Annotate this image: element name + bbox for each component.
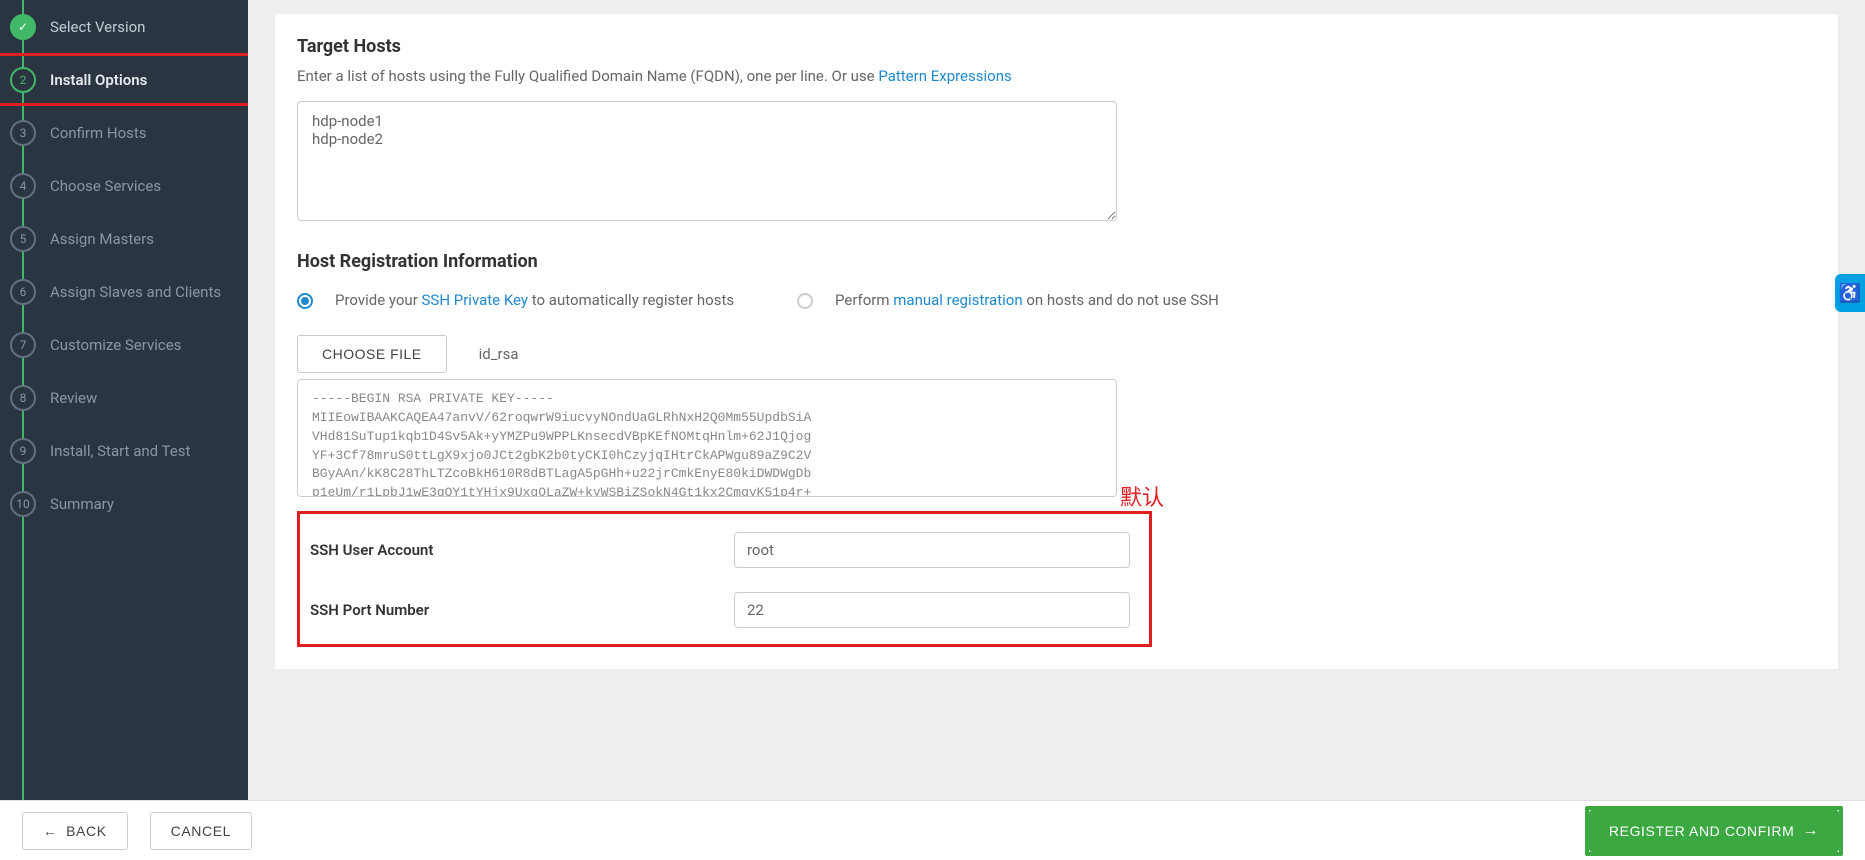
step-label: Install Options bbox=[50, 71, 147, 89]
ssh-port-input[interactable] bbox=[734, 592, 1130, 628]
step-assign-slaves[interactable]: 6 Assign Slaves and Clients bbox=[0, 265, 248, 318]
wizard-sidebar: ✓ Select Version 2 Install Options 3 Con… bbox=[0, 0, 248, 800]
radio-manual-registration[interactable]: Perform manual registration on hosts and… bbox=[797, 290, 1247, 311]
radio-icon bbox=[297, 293, 313, 309]
host-reg-title: Host Registration Information bbox=[297, 251, 1816, 272]
step-circle-1: ✓ bbox=[10, 14, 36, 40]
step-circle-2: 2 bbox=[10, 67, 36, 93]
step-label: Install, Start and Test bbox=[50, 442, 190, 460]
step-install-options[interactable]: 2 Install Options bbox=[0, 53, 248, 106]
content-card: Target Hosts Enter a list of hosts using… bbox=[275, 14, 1838, 669]
arrow-right-icon: → bbox=[1802, 822, 1819, 840]
ssh-method-radios: Provide your SSH Private Key to automati… bbox=[297, 290, 1247, 311]
ssh-port-row: SSH Port Number bbox=[310, 592, 1139, 628]
step-circle-4: 4 bbox=[10, 173, 36, 199]
step-install-start-test[interactable]: 9 Install, Start and Test bbox=[0, 424, 248, 477]
step-summary[interactable]: 10 Summary bbox=[0, 477, 248, 530]
step-choose-services[interactable]: 4 Choose Services bbox=[0, 159, 248, 212]
step-circle-5: 5 bbox=[10, 226, 36, 252]
step-select-version[interactable]: ✓ Select Version bbox=[0, 0, 248, 53]
ssh-user-label: SSH User Account bbox=[310, 541, 734, 559]
text: Perform bbox=[835, 291, 893, 309]
confirm-wrapper: REGISTER AND CONFIRM → bbox=[1585, 806, 1843, 856]
annotation-default: 默认 bbox=[1120, 480, 1164, 512]
step-assign-masters[interactable]: 5 Assign Masters bbox=[0, 212, 248, 265]
text: on hosts and do not use SSH bbox=[1023, 291, 1219, 309]
hosts-textarea[interactable] bbox=[297, 101, 1117, 221]
ssh-private-key-link[interactable]: SSH Private Key bbox=[422, 291, 529, 309]
step-circle-6: 6 bbox=[10, 279, 36, 305]
step-label: Summary bbox=[50, 495, 114, 513]
radio-label: Provide your SSH Private Key to automati… bbox=[335, 290, 734, 311]
confirm-label: REGISTER AND CONFIRM bbox=[1609, 823, 1794, 839]
step-circle-7: 7 bbox=[10, 332, 36, 358]
step-circle-3: 3 bbox=[10, 120, 36, 146]
choose-file-button[interactable]: CHOOSE FILE bbox=[297, 335, 447, 373]
file-picker-row: CHOOSE FILE id_rsa bbox=[297, 335, 1816, 373]
step-label: Assign Slaves and Clients bbox=[50, 283, 221, 301]
ssh-port-label: SSH Port Number bbox=[310, 601, 734, 619]
target-hosts-title: Target Hosts bbox=[297, 36, 1816, 57]
arrow-left-icon: ← bbox=[43, 823, 58, 839]
step-customize-services[interactable]: 7 Customize Services bbox=[0, 318, 248, 371]
back-button[interactable]: ← BACK bbox=[22, 812, 128, 850]
target-hosts-desc: Enter a list of hosts using the Fully Qu… bbox=[297, 67, 1816, 85]
chosen-file-name: id_rsa bbox=[479, 345, 519, 363]
step-circle-9: 9 bbox=[10, 438, 36, 464]
footer-left: ← BACK CANCEL bbox=[22, 812, 252, 850]
step-label: Assign Masters bbox=[50, 230, 154, 248]
register-confirm-button[interactable]: REGISTER AND CONFIRM → bbox=[1589, 810, 1839, 852]
cancel-button[interactable]: CANCEL bbox=[150, 812, 252, 850]
step-label: Review bbox=[50, 389, 97, 407]
back-label: BACK bbox=[66, 823, 107, 839]
accessibility-icon: ♿ bbox=[1839, 283, 1861, 304]
step-label: Customize Services bbox=[50, 336, 181, 354]
ssh-key-textarea[interactable] bbox=[297, 379, 1117, 497]
text: Provide your bbox=[335, 291, 422, 309]
text: to automatically register hosts bbox=[528, 291, 734, 309]
radio-ssh-key[interactable]: Provide your SSH Private Key to automati… bbox=[297, 290, 747, 311]
step-confirm-hosts[interactable]: 3 Confirm Hosts bbox=[0, 106, 248, 159]
step-label: Choose Services bbox=[50, 177, 161, 195]
footer-bar: ← BACK CANCEL REGISTER AND CONFIRM → bbox=[0, 800, 1865, 860]
step-circle-8: 8 bbox=[10, 385, 36, 411]
step-review[interactable]: 8 Review bbox=[0, 371, 248, 424]
accessibility-tab[interactable]: ♿ bbox=[1835, 274, 1865, 312]
ssh-user-input[interactable] bbox=[734, 532, 1130, 568]
ssh-user-row: SSH User Account bbox=[310, 532, 1139, 568]
desc-text: Enter a list of hosts using the Fully Qu… bbox=[297, 67, 878, 85]
radio-label: Perform manual registration on hosts and… bbox=[835, 290, 1219, 311]
step-label: Select Version bbox=[50, 18, 145, 36]
content-area: Target Hosts Enter a list of hosts using… bbox=[248, 0, 1865, 800]
step-label: Confirm Hosts bbox=[50, 124, 147, 142]
main-layout: ✓ Select Version 2 Install Options 3 Con… bbox=[0, 0, 1865, 800]
step-circle-10: 10 bbox=[10, 491, 36, 517]
ssh-fields-group: 默认 SSH User Account SSH Port Number bbox=[297, 511, 1152, 647]
manual-registration-link[interactable]: manual registration bbox=[893, 291, 1022, 309]
pattern-expressions-link[interactable]: Pattern Expressions bbox=[878, 67, 1011, 85]
radio-icon bbox=[797, 293, 813, 309]
